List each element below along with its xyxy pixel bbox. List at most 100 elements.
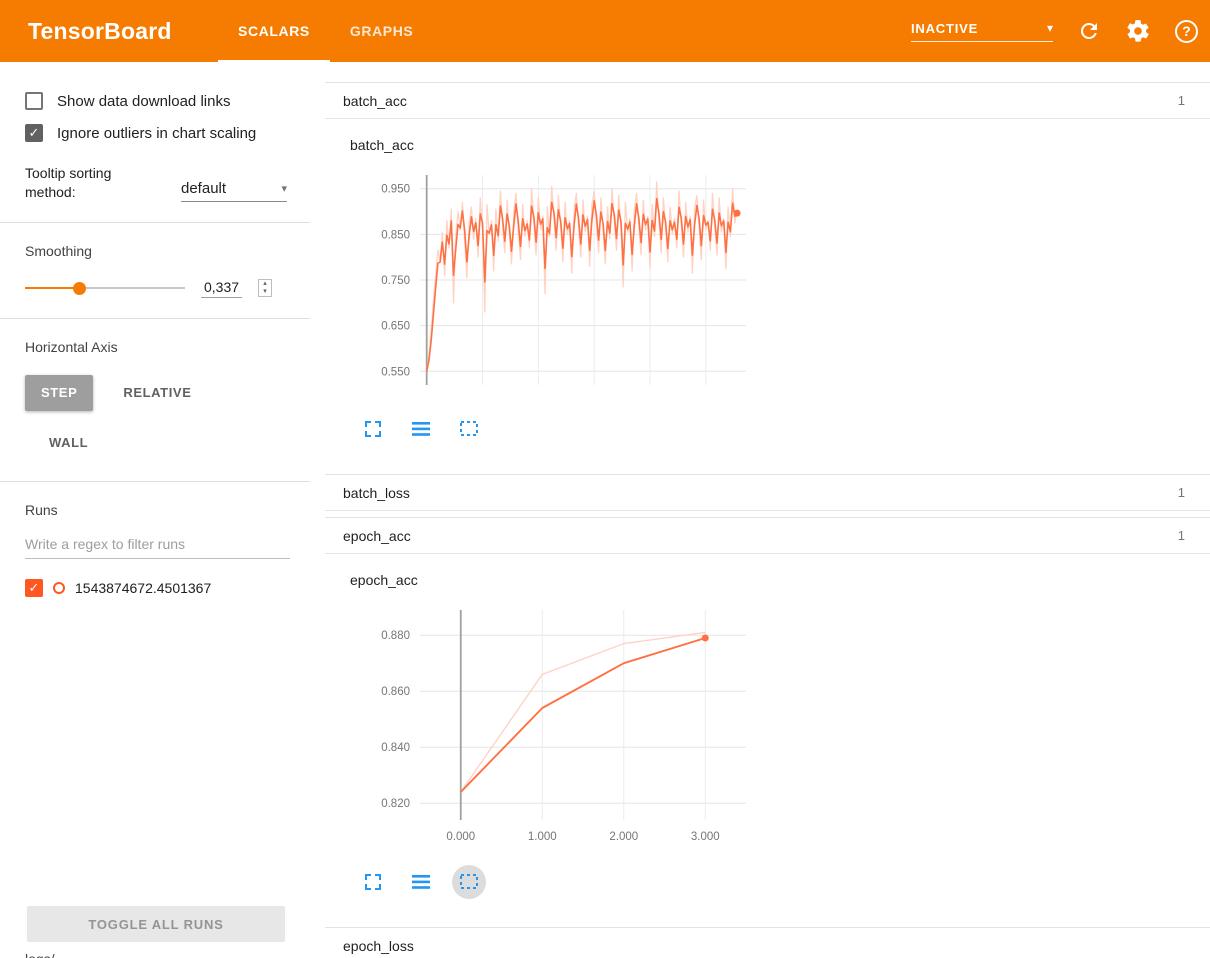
svg-text:0.750: 0.750 [381,275,410,287]
category-title: batch_loss [343,485,410,501]
batch-acc-chart[interactable]: 0.550 0.650 0.750 0.850 0.950 [350,165,760,397]
axis-step-button[interactable]: STEP [25,375,93,411]
status-dropdown[interactable]: INACTIVE ▾ [911,21,1053,42]
smoothing-label: Smoothing [25,243,325,259]
smoothing-controls: 0,337 ▴ ▾ [25,279,325,298]
category-header-epoch-acc[interactable]: epoch_acc 1 [325,517,1210,554]
tab-bar: SCALARS GRAPHS [218,0,433,62]
status-label: INACTIVE [911,21,978,36]
run-color-circle [53,582,65,594]
runs-filter-input[interactable] [25,532,290,559]
chart-card-batch-acc: batch_acc 0.550 0.650 0.750 0.850 0.950 [325,119,1210,468]
category-batch-acc: batch_acc 1 batch_acc 0.550 0.650 0.750 0.8… [325,82,1210,468]
toggle-all-runs-button[interactable]: TOGGLE ALL RUNS [27,906,285,942]
checkmark-icon: ✓ [29,580,40,596]
expand-chart-icon[interactable] [356,865,390,899]
chart-title: epoch_acc [350,572,1210,588]
scalars-dashboard: batch_acc 1 batch_acc 0.550 0.650 0.750 0.8… [325,62,1210,958]
axis-relative-button[interactable]: RELATIVE [107,375,207,411]
svg-text:0.860: 0.860 [381,686,410,698]
refresh-icon[interactable] [1077,19,1101,43]
app-header: TensorBoard SCALARS GRAPHS INACTIVE ▾ ? [0,0,1210,62]
svg-text:3.000: 3.000 [691,831,720,843]
category-title: batch_acc [343,93,407,109]
checkmark-icon: ✓ [29,125,40,141]
chart-title: batch_acc [350,137,1210,153]
show-download-links-label: Show data download links [57,93,230,110]
category-count: 1 [1178,485,1185,500]
help-icon[interactable]: ? [1175,20,1198,43]
lines-icon-glyph [412,875,430,889]
smoothing-slider[interactable] [25,281,185,295]
svg-text:0.840: 0.840 [381,742,410,754]
expand-chart-icon[interactable] [356,412,390,446]
divider [0,222,310,223]
tooltip-sorting-label: Tooltip sorting method: [25,164,153,202]
dashed-box-icon-glyph [460,421,478,437]
svg-text:0.950: 0.950 [381,184,410,196]
tooltip-sorting-select[interactable]: default ▾ [181,180,287,202]
run-checkbox[interactable]: ✓ [25,579,43,597]
refresh-icon-glyph [1077,19,1101,43]
help-icon-glyph: ? [1175,20,1198,43]
svg-text:0.850: 0.850 [381,229,410,241]
svg-text:0.000: 0.000 [446,831,475,843]
category-title: epoch_loss [343,938,414,954]
app-title: TensorBoard [28,0,172,62]
ignore-outliers-checkbox[interactable]: ✓ [25,124,43,142]
tab-scalars[interactable]: SCALARS [218,0,330,62]
svg-text:0.650: 0.650 [381,321,410,333]
divider [0,481,310,482]
fit-domain-icon[interactable] [452,412,486,446]
stepper-up-icon[interactable]: ▴ [263,280,267,288]
category-epoch-acc: epoch_acc 1 epoch_acc 0.820 0.840 0.860 0.8… [325,517,1210,921]
svg-text:1.000: 1.000 [528,831,557,843]
svg-text:0.550: 0.550 [381,366,410,378]
chevron-down-icon: ▾ [281,182,287,195]
category-batch-loss: batch_loss 1 [325,474,1210,511]
stepper-down-icon[interactable]: ▾ [263,288,267,296]
runs-label: Runs [25,502,325,518]
ignore-outliers-label: Ignore outliers in chart scaling [57,125,256,142]
y-axis-lines-icon[interactable] [404,865,438,899]
epoch-acc-chart[interactable]: 0.8200.8400.8600.8800.0001.0002.0003.000 [350,600,760,850]
tooltip-sorting-value: default [181,180,226,197]
runs-footer-path: logs/ [25,951,55,958]
y-axis-lines-icon[interactable] [404,412,438,446]
ignore-outliers-checkbox-row[interactable]: ✓ Ignore outliers in chart scaling [25,124,325,142]
tab-graphs-label: GRAPHS [350,23,414,39]
header-actions: INACTIVE ▾ ? [911,0,1198,62]
dashed-box-icon-glyph [460,874,478,890]
gear-icon-glyph [1125,18,1151,44]
category-header-batch-loss[interactable]: batch_loss 1 [325,474,1210,511]
category-count: 1 [1178,528,1185,543]
chart-toolbar [356,865,1210,899]
axis-wall-button[interactable]: WALL [33,425,104,461]
svg-text:0.880: 0.880 [381,630,410,642]
category-count: 1 [1178,93,1185,108]
slider-thumb[interactable] [73,282,86,295]
run-name: 1543874672.4501367 [75,580,211,596]
smoothing-value-input[interactable]: 0,337 [201,279,242,298]
chevron-down-icon: ▾ [1047,21,1053,35]
category-header-batch-acc[interactable]: batch_acc 1 [325,82,1210,119]
settings-sidebar: Show data download links ✓ Ignore outlie… [0,62,325,958]
category-title: epoch_acc [343,528,411,544]
chart-toolbar [356,412,1210,446]
smoothing-stepper[interactable]: ▴ ▾ [258,279,272,297]
show-download-links-checkbox-row[interactable]: Show data download links [25,92,325,110]
divider [0,318,310,319]
slider-fill [25,287,79,289]
gear-icon[interactable] [1125,18,1151,44]
chart-card-epoch-acc: epoch_acc 0.820 0.840 0.860 0.880 0.000 1.000… [325,554,1210,921]
lines-icon-glyph [412,422,430,436]
run-list-item[interactable]: ✓ 1543874672.4501367 [25,579,325,597]
horizontal-axis-buttons: STEP RELATIVE WALL [25,375,265,461]
show-download-links-checkbox[interactable] [25,92,43,110]
fit-domain-icon[interactable] [452,865,486,899]
tooltip-sorting-row: Tooltip sorting method: default ▾ [25,164,325,202]
tab-graphs[interactable]: GRAPHS [330,0,434,62]
category-header-epoch-loss[interactable]: epoch_loss [325,927,1210,958]
horizontal-axis-label: Horizontal Axis [25,339,325,355]
svg-text:0.820: 0.820 [381,798,410,810]
